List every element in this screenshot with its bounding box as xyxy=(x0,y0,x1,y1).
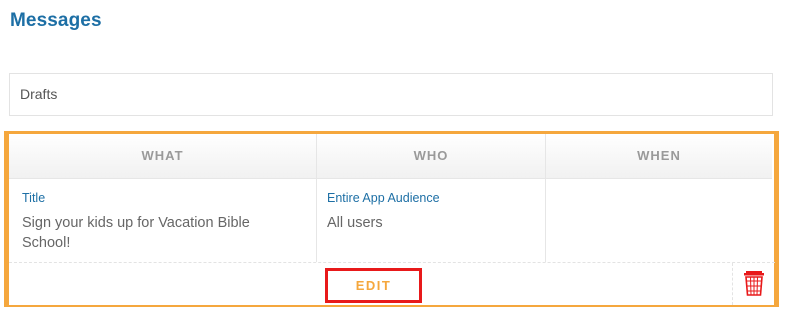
when-column: WHEN xyxy=(546,134,772,262)
edit-button[interactable]: EDIT xyxy=(325,268,422,303)
what-column-header: WHAT xyxy=(9,134,316,179)
message-columns: WHAT Title Sign your kids up for Vacatio… xyxy=(6,134,777,262)
audience-link[interactable]: Entire App Audience xyxy=(327,191,440,205)
message-body-line-1: Sign your kids up for Vacation Bible xyxy=(22,215,250,231)
who-column-header: WHO xyxy=(317,134,545,179)
message-title-link[interactable]: Title xyxy=(22,191,45,205)
actions-divider xyxy=(732,263,733,305)
messages-page: Messages Drafts WHAT Title Sign your kid… xyxy=(0,0,787,318)
drafts-bar[interactable]: Drafts xyxy=(9,73,773,116)
message-body-line-2: School! xyxy=(22,235,71,251)
drafts-label: Drafts xyxy=(20,86,58,102)
audience-text: All users xyxy=(327,215,383,231)
who-column: WHO Entire App Audience All users xyxy=(317,134,546,262)
when-column-header: WHEN xyxy=(546,134,772,179)
message-body-text: Sign your kids up for Vacation Bible Sch… xyxy=(22,213,250,253)
message-card: WHAT Title Sign your kids up for Vacatio… xyxy=(4,131,779,307)
card-actions-row: EDIT xyxy=(9,262,775,305)
trash-icon[interactable] xyxy=(743,270,765,296)
what-column: WHAT Title Sign your kids up for Vacatio… xyxy=(9,134,317,262)
page-title: Messages xyxy=(10,10,102,31)
